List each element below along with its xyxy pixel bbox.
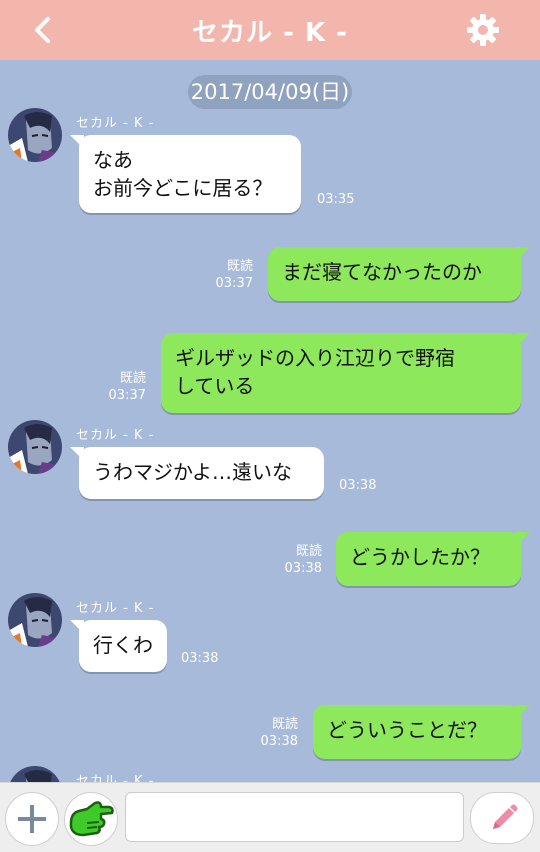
chat-title: セカル - K - <box>192 18 348 48</box>
pointing-hand-icon <box>69 801 114 837</box>
message-time: 03:37 <box>108 388 146 403</box>
avatar-portrait-icon <box>8 593 62 647</box>
avatar[interactable] <box>8 420 62 474</box>
read-receipt: 既読 <box>271 717 298 732</box>
read-receipt: 既読 <box>119 371 146 386</box>
message-time: 03:37 <box>215 276 253 291</box>
message-bubble-incoming[interactable]: うわマジかよ…遠いな <box>70 447 324 499</box>
sender-name: セカル - K - <box>76 428 155 443</box>
app-header: セカル - K - <box>0 0 540 60</box>
avatar-portrait-icon <box>8 108 62 162</box>
message-input-bar <box>0 782 540 852</box>
message-time: 03:38 <box>260 734 298 749</box>
message-time: 03:38 <box>181 651 219 666</box>
sender-name: セカル - K - <box>76 116 155 131</box>
read-receipt: 既読 <box>295 544 322 559</box>
message-input[interactable] <box>125 792 464 842</box>
message-bubble-incoming[interactable]: 行くわ <box>70 620 167 672</box>
message-bubble-incoming[interactable]: なあ お前今どこに居る？ <box>70 135 301 213</box>
sender-name: セカル - K - <box>76 601 155 616</box>
message-meta: 既読 03:37 <box>205 258 253 292</box>
avatar[interactable] <box>8 593 62 647</box>
date-separator: 2017/04/09(日) <box>188 75 352 109</box>
settings-button[interactable] <box>466 13 500 47</box>
add-button[interactable] <box>5 792 59 846</box>
message-time: 03:38 <box>339 478 377 493</box>
message-bubble-outgoing[interactable]: どういうことだ？ <box>313 705 530 759</box>
chat-area[interactable]: 2017/04/09(日) セカル - K - なあ お前今どこに居る？ 03:… <box>0 60 540 782</box>
message-meta: 既読 03:37 <box>98 370 146 404</box>
avatar[interactable] <box>8 108 62 162</box>
sender-name: セカル - K - <box>76 774 155 782</box>
gear-icon <box>467 14 499 46</box>
compose-button[interactable] <box>470 792 534 844</box>
avatar-portrait-icon <box>8 420 62 474</box>
message-meta: 既読 03:38 <box>250 716 298 750</box>
read-receipt: 既読 <box>226 259 253 274</box>
message-time: 03:38 <box>284 561 322 576</box>
message-bubble-outgoing[interactable]: どうかしたか？ <box>336 532 530 586</box>
message-meta: 既読 03:38 <box>274 543 322 577</box>
message-time: 03:35 <box>317 192 355 207</box>
avatar[interactable] <box>8 766 62 782</box>
message-bubble-outgoing[interactable]: まだ寝てなかったのか <box>268 247 530 301</box>
message-bubble-outgoing[interactable]: ギルザッドの入り江辺りで野宿 している <box>161 333 530 413</box>
pencil-icon <box>493 804 518 829</box>
avatar-portrait-icon <box>8 766 62 782</box>
stamp-button[interactable] <box>64 792 118 846</box>
plus-icon <box>18 805 46 833</box>
